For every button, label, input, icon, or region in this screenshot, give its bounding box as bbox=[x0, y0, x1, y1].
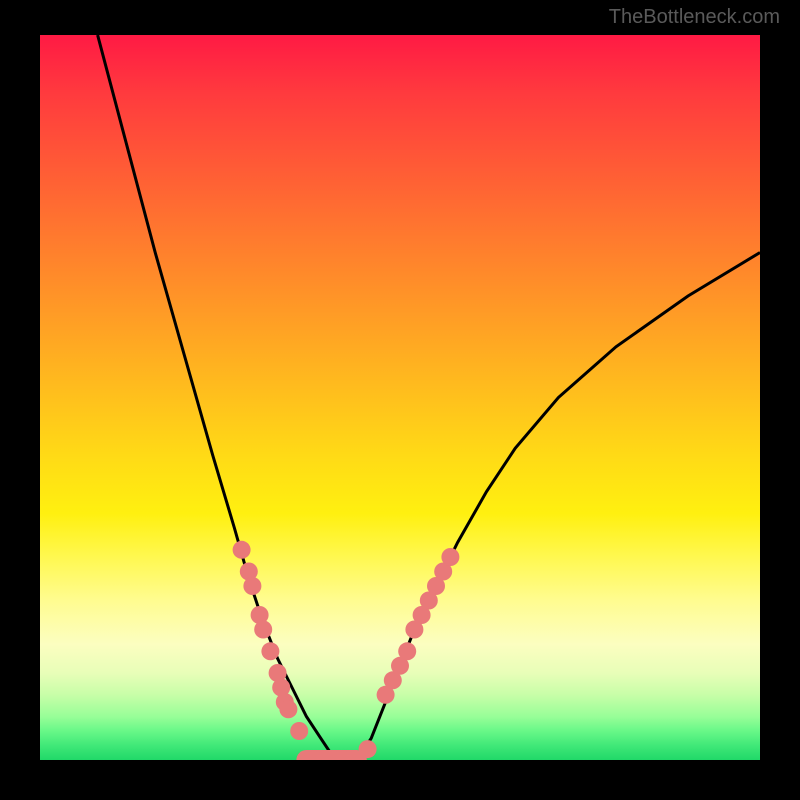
bottom-pill-shape bbox=[296, 750, 366, 760]
marker-dot bbox=[441, 548, 459, 566]
watermark-text: TheBottleneck.com bbox=[609, 6, 780, 29]
marker-dot bbox=[290, 722, 308, 740]
marker-dot bbox=[398, 642, 416, 660]
marker-dot bbox=[279, 700, 297, 718]
curve-left bbox=[98, 35, 336, 760]
marker-dot bbox=[233, 541, 251, 559]
data-markers bbox=[233, 541, 460, 758]
curve-right bbox=[357, 253, 760, 761]
marker-dot bbox=[254, 621, 272, 639]
marker-dot bbox=[261, 642, 279, 660]
chart-plot-area bbox=[40, 35, 760, 760]
bottom-pill bbox=[296, 750, 366, 760]
marker-dot bbox=[243, 577, 261, 595]
chart-svg bbox=[40, 35, 760, 760]
